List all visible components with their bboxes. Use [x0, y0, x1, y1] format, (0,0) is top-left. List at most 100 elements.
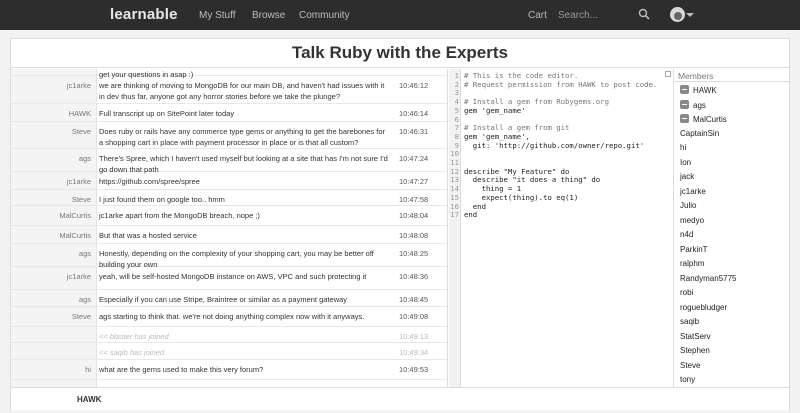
message-author[interactable]: Steve	[11, 194, 91, 205]
chat-room-panel: Talk Ruby with the Experts get your ques…	[10, 38, 790, 410]
member-item[interactable]: StatServ	[680, 332, 711, 341]
chat-message: ags There's Spree, which I haven't used m…	[11, 149, 447, 174]
chat-transcript[interactable]: get your questions in asap :) jc1arke we a…	[11, 69, 448, 387]
moderator-badge-icon	[680, 99, 689, 109]
member-item[interactable]: ralphm	[680, 259, 704, 268]
message-author[interactable]: jc1arke	[11, 80, 91, 91]
chat-message: hi what are the gems used to make this ve…	[11, 360, 447, 380]
message-author[interactable]: MalCurtis	[11, 210, 91, 221]
message-text: I just found them on google too.. hmm	[99, 195, 225, 204]
code-text[interactable]: end	[464, 210, 477, 220]
member-item[interactable]: Julio	[680, 201, 696, 210]
message-timestamp: 10:49:08	[399, 312, 429, 321]
message-text: we are thinking of moving to MongoDB for…	[99, 81, 385, 101]
member-name: ags	[693, 100, 706, 110]
chevron-down-icon[interactable]	[686, 13, 694, 17]
member-name: HAWK	[693, 86, 717, 95]
code-line: 16 end	[449, 202, 673, 212]
code-line: 9 git: 'http://github.com/owner/repo.git…	[449, 141, 673, 151]
code-text[interactable]: # Request permission from HAWK to post c…	[464, 80, 657, 90]
member-item[interactable]: medyo	[680, 216, 704, 225]
member-name: medyo	[680, 215, 705, 225]
code-line: 2 # Request permission from HAWK to post …	[449, 80, 673, 90]
member-name: tony	[680, 375, 696, 384]
nav-community[interactable]: Community	[299, 10, 350, 21]
message-text: https://github.com/spree/spree	[99, 177, 200, 186]
chat-message: get your questions in asap :)	[11, 69, 447, 79]
cart-link[interactable]: Cart	[528, 10, 547, 21]
message-text: But that was a hosted service	[99, 231, 197, 240]
message-text: Full transcript up on SitePoint later to…	[99, 109, 235, 118]
member-name: Steve	[680, 360, 701, 370]
member-name: Ion	[680, 157, 692, 167]
learnable-logo[interactable]: learnable	[110, 6, 178, 23]
chat-message: Steve Does ruby or rails have any commerc…	[11, 122, 447, 149]
chat-message-input[interactable]	[111, 392, 785, 407]
nav-my-stuff[interactable]: My Stuff	[199, 10, 236, 21]
member-item[interactable]: CaptainSin	[680, 129, 719, 138]
message-author[interactable]: ags	[11, 294, 91, 305]
member-item[interactable]: jack	[680, 172, 694, 181]
member-item[interactable]: saqib	[680, 317, 699, 326]
message-author[interactable]: HAWK	[11, 108, 91, 119]
message-author[interactable]: ags	[11, 153, 91, 164]
chat-message: Steve I just found them on google too.. h…	[11, 190, 447, 206]
top-navigation-bar: learnable My Stuff Browse Community Cart…	[0, 0, 800, 30]
message-author[interactable]: hi	[11, 364, 91, 375]
message-author[interactable]: jc1arke	[11, 176, 91, 187]
system-message: << saqib has joined 10:49:34	[11, 343, 447, 360]
member-item[interactable]: n4d	[680, 230, 693, 239]
chat-message: HAWK Full transcript up on SitePoint late…	[11, 104, 447, 122]
member-item[interactable]: Stephen	[680, 346, 710, 355]
member-item[interactable]: MalCurtis	[680, 114, 727, 124]
member-name: jack	[680, 172, 695, 181]
member-item[interactable]: tony	[680, 375, 695, 384]
message-timestamp: 10:46:31	[399, 127, 429, 136]
current-user-label: HAWK	[77, 395, 102, 404]
chat-message: MalCurtis jc1arke apart from the MongoDB …	[11, 206, 447, 226]
member-item[interactable]: hi	[680, 143, 686, 152]
member-item[interactable]: Ion	[680, 158, 691, 167]
member-name: n4d	[680, 230, 694, 239]
code-line: 10	[449, 150, 673, 159]
member-name: MalCurtis	[693, 115, 727, 124]
code-text[interactable]: git: 'http://github.com/owner/repo.git'	[464, 141, 644, 151]
message-text: Especially if you can use Stripe, Braint…	[99, 295, 348, 304]
member-item[interactable]: HAWK	[680, 85, 717, 95]
member-name: robi	[680, 288, 694, 297]
nav-browse[interactable]: Browse	[252, 10, 285, 21]
member-name: jc1arke	[680, 186, 706, 196]
member-item[interactable]: jc1arke	[680, 187, 706, 196]
members-panel: Members HAWK ags MalCurtis CaptainSin hi Ion j…	[673, 69, 789, 387]
moderator-badge-icon	[680, 85, 689, 94]
message-text: ags starting to think that. we're not do…	[99, 312, 365, 321]
search-input[interactable]: Search...	[558, 10, 598, 21]
message-text: << saqib has joined	[99, 348, 165, 357]
members-divider	[674, 81, 789, 82]
message-author[interactable]: Steve	[11, 311, 91, 322]
members-title: Members	[678, 71, 714, 81]
member-item[interactable]: ags	[680, 99, 706, 110]
message-author[interactable]: Steve	[11, 126, 91, 137]
member-item[interactable]: robi	[680, 288, 693, 297]
code-text[interactable]: gem 'gem_name'	[464, 106, 526, 116]
message-author[interactable]: jc1arke	[11, 271, 91, 282]
message-author[interactable]: MalCurtis	[11, 230, 91, 241]
search-icon[interactable]	[638, 8, 650, 20]
user-avatar[interactable]	[670, 7, 685, 22]
member-item[interactable]: roguebludger	[680, 303, 727, 312]
member-item[interactable]: Steve	[680, 361, 700, 370]
message-text: Does ruby or rails have any commerce typ…	[99, 127, 385, 147]
message-timestamp: 10:47:58	[399, 195, 429, 204]
code-editor[interactable]: 1 # This is the code editor. 2 # Request pe…	[449, 69, 673, 387]
member-item[interactable]: Randyman5775	[680, 274, 736, 283]
message-text: jc1arke apart from the MongoDB breach, n…	[99, 211, 260, 220]
chat-message: jc1arke we are thinking of moving to Mong…	[11, 76, 447, 104]
code-line: 17 end	[449, 210, 673, 220]
message-author[interactable]: ags	[11, 248, 91, 259]
message-timestamp: 10:48:45	[399, 295, 429, 304]
chat-message: jc1arke yeah, will be self-hosted MongoDB…	[11, 267, 447, 290]
member-item[interactable]: ParkinT	[680, 245, 708, 254]
member-name: saqib	[680, 317, 700, 326]
title-divider	[11, 67, 789, 68]
